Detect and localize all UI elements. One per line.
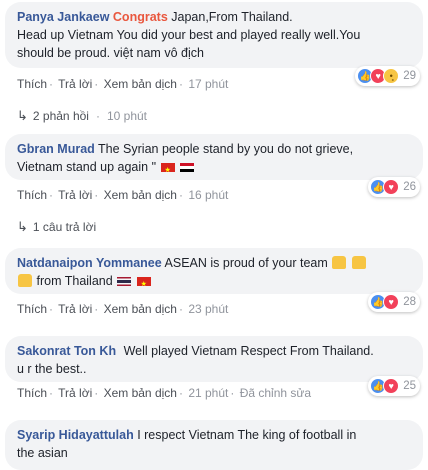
timestamp[interactable]: 23 phút	[188, 302, 228, 316]
thumbs-up-emoji-icon	[332, 256, 347, 269]
replies-link[interactable]: 1 câu trả lời	[33, 220, 96, 234]
sad-icon: •̥	[383, 68, 400, 84]
comment-bubble: Panya Jankaew Congrats Japan,From Thaila…	[5, 2, 423, 68]
congrats-highlight: Congrats	[112, 10, 168, 24]
reaction-count: 28	[403, 296, 416, 308]
comment-text-line: Well played Vietnam Respect From Thailan…	[123, 344, 374, 358]
comment-actions: Thích · Trả lời · Xem bản dịch · 23 phút	[17, 302, 229, 316]
comment-text-line: the asian	[17, 446, 68, 460]
translate-link[interactable]: Xem bản dịch	[104, 302, 177, 316]
thumbs-up-emoji-icon	[351, 256, 366, 269]
syria-flag-icon	[180, 163, 194, 172]
replies-link[interactable]: 2 phản hồi	[33, 109, 89, 123]
vietnam-flag-icon	[136, 276, 151, 294]
timestamp[interactable]: 16 phút	[188, 188, 228, 202]
replies-row[interactable]: ↳ 2 phản hồi · 10 phút	[17, 108, 147, 124]
comment-bubble: Sakonrat Ton Kh Well played Vietnam Resp…	[5, 336, 423, 382]
love-icon: ♥	[383, 179, 400, 195]
comment-text-line: from Thailand	[36, 274, 113, 288]
love-icon: ♥	[383, 378, 400, 394]
comment-author[interactable]: Syarip Hidayattulah	[17, 428, 134, 442]
like-link[interactable]: Thích	[17, 302, 47, 316]
comment-text-line: should be proud. việt nam vô địch	[17, 46, 204, 60]
like-link[interactable]: Thích	[17, 77, 47, 91]
translate-link[interactable]: Xem bản dịch	[104, 188, 177, 202]
timestamp[interactable]: 17 phút	[188, 77, 228, 91]
replies-time: 10 phút	[106, 109, 148, 123]
reply-link[interactable]: Trả lời	[58, 302, 92, 316]
comment-author[interactable]: Panya Jankaew	[17, 10, 109, 24]
comment-actions: Thích · Trả lời · Xem bản dịch · 17 phút	[17, 77, 229, 91]
comment-text-line: Japan,From Thailand.	[171, 10, 293, 24]
comment-bubble: Syarip Hidayattulah I respect Vietnam Th…	[5, 420, 423, 470]
reaction-summary[interactable]: 👍 ♥ •̥ 29	[355, 66, 420, 86]
reaction-summary[interactable]: 👍 ♥ 25	[368, 376, 420, 396]
thumbs-up-emoji-icon	[18, 274, 32, 287]
comment-text-line: u r the best..	[17, 362, 87, 376]
comment-text-line: The Syrian people stand by you do not gr…	[98, 142, 354, 156]
comment-text-line: Vietnam stand up again "	[17, 160, 157, 174]
comment-author[interactable]: Sakonrat Ton Kh	[17, 344, 116, 358]
reply-link[interactable]: Trả lời	[58, 386, 92, 400]
reply-link[interactable]: Trả lời	[58, 188, 92, 202]
reply-arrow-icon: ↳	[17, 219, 28, 234]
comment-bubble: Natdanaipon Yommanee ASEAN is proud of y…	[5, 248, 423, 294]
comment-actions: Thích · Trả lời · Xem bản dịch · 16 phút	[17, 188, 229, 202]
comment-text-line: Head up Vietnam You did your best and pl…	[17, 28, 361, 42]
reaction-count: 25	[403, 380, 416, 392]
love-icon: ♥	[383, 294, 400, 310]
like-link[interactable]: Thích	[17, 188, 47, 202]
comment-bubble: Gbran Murad The Syrian people stand by y…	[5, 134, 423, 180]
reaction-count: 26	[403, 181, 416, 193]
reply-link[interactable]: Trả lời	[58, 77, 92, 91]
translate-link[interactable]: Xem bản dịch	[104, 77, 177, 91]
like-link[interactable]: Thích	[17, 386, 47, 400]
comment-author[interactable]: Natdanaipon Yommanee	[17, 256, 162, 270]
edited-label[interactable]: Đã chỉnh sửa	[240, 386, 311, 400]
reply-arrow-icon: ↳	[17, 108, 28, 123]
reaction-count: 29	[403, 70, 416, 82]
comment-text-line: ASEAN is proud of your team	[164, 256, 328, 270]
reaction-summary[interactable]: 👍 ♥ 28	[368, 292, 420, 312]
reaction-summary[interactable]: 👍 ♥ 26	[368, 177, 420, 197]
vietnam-flag-icon	[160, 162, 175, 180]
comment-actions: Thích · Trả lời · Xem bản dịch · 21 phút · Đ…	[17, 386, 312, 400]
thailand-flag-icon	[117, 277, 132, 286]
timestamp[interactable]: 21 phút	[188, 386, 228, 400]
comment-text-line: I respect Vietnam The king of football i…	[137, 428, 357, 442]
replies-row[interactable]: ↳ 1 câu trả lời	[17, 219, 96, 235]
translate-link[interactable]: Xem bản dịch	[104, 386, 177, 400]
comment-author[interactable]: Gbran Murad	[17, 142, 95, 156]
